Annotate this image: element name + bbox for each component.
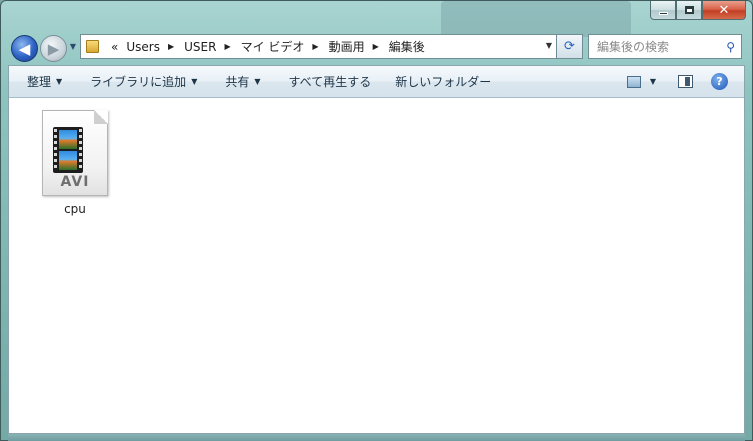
back-button[interactable]: ◀ [11, 35, 38, 62]
file-type-label: AVI [60, 174, 90, 190]
forward-arrow-icon: ▶ [47, 39, 60, 58]
maximize-button[interactable] [676, 1, 702, 20]
content-frame: 整理 ▼ ライブラリに追加 ▼ 共有 ▼ すべて再生する 新しいフォルダー ▼ [8, 65, 745, 434]
avi-video-file-icon: AVI [42, 110, 108, 196]
add-to-library-label: ライブラリに追加 [90, 75, 187, 89]
address-dropdown-icon[interactable]: ▼ [546, 41, 552, 50]
help-icon[interactable]: ? [711, 73, 728, 90]
breadcrumb-item[interactable]: マイ ビデオ ▶ [237, 38, 325, 55]
film-perforation [79, 129, 82, 171]
breadcrumb-item[interactable]: 編集後 [385, 38, 429, 55]
organize-button[interactable]: 整理 ▼ [9, 66, 72, 97]
explorer-window: ✕ ◀ ▶ ▼ « Users ▶ USER ▶ マイ ビデオ ▶ 動画用 ▶ … [0, 0, 753, 441]
film-frame [59, 130, 77, 149]
background-window-ghost [441, 1, 631, 37]
close-button[interactable]: ✕ [702, 1, 746, 20]
chevron-right-icon[interactable]: ▶ [308, 42, 324, 51]
search-icon[interactable]: ⚲ [726, 40, 735, 54]
chevron-right-icon[interactable]: ▶ [369, 42, 385, 51]
breadcrumb-label: マイ ビデオ [240, 40, 305, 54]
folder-icon [86, 40, 99, 53]
breadcrumb-item[interactable]: 動画用 ▶ [325, 38, 385, 55]
minimize-icon [658, 11, 668, 15]
breadcrumb-label: 動画用 [328, 40, 365, 54]
minimize-button[interactable] [650, 1, 676, 20]
share-label: 共有 [225, 75, 250, 89]
chevron-right-icon[interactable]: ▶ [220, 42, 236, 51]
breadcrumb-item[interactable]: USER ▶ [180, 40, 236, 54]
file-name[interactable]: cpu [64, 202, 86, 216]
film-perforation [54, 129, 57, 171]
chevron-down-icon[interactable]: ▼ [650, 77, 656, 86]
add-to-library-button[interactable]: ライブラリに追加 ▼ [72, 66, 207, 97]
address-bar[interactable]: « Users ▶ USER ▶ マイ ビデオ ▶ 動画用 ▶ 編集後 ▼ [80, 34, 557, 59]
close-icon: ✕ [718, 2, 730, 18]
breadcrumb-item[interactable]: Users ▶ [122, 40, 180, 54]
search-input[interactable] [597, 39, 727, 54]
maximize-icon [684, 6, 694, 14]
refresh-button[interactable]: ⟳ [557, 34, 583, 59]
play-all-label: すべて再生する [288, 75, 372, 89]
organize-label: 整理 [27, 75, 52, 89]
breadcrumb-label: Users [126, 39, 160, 54]
search-box[interactable]: ⚲ [588, 34, 742, 59]
share-button[interactable]: 共有 ▼ [207, 66, 270, 97]
chevron-right-icon[interactable]: ▶ [164, 42, 180, 51]
forward-button[interactable]: ▶ [40, 35, 67, 62]
filmstrip-icon [53, 127, 83, 173]
breadcrumb-overflow[interactable]: « [107, 40, 122, 54]
film-frame [59, 151, 77, 170]
breadcrumb-label: 編集後 [388, 40, 425, 54]
back-arrow-icon: ◀ [18, 39, 31, 58]
new-folder-label: 新しいフォルダー [395, 75, 492, 89]
breadcrumb-label: USER [184, 39, 217, 54]
chevron-down-icon: ▼ [56, 77, 63, 86]
change-view-icon[interactable] [626, 75, 641, 88]
window-bottom-border [8, 434, 745, 441]
file-item[interactable]: AVI cpu [32, 110, 118, 220]
preview-pane-icon[interactable] [678, 75, 693, 88]
play-all-button[interactable]: すべて再生する [271, 66, 382, 97]
caption-buttons: ✕ [650, 1, 746, 21]
command-bar: 整理 ▼ ライブラリに追加 ▼ 共有 ▼ すべて再生する 新しいフォルダー ▼ [9, 66, 744, 98]
chevron-down-icon: ▼ [191, 77, 198, 86]
refresh-icon: ⟳ [564, 39, 575, 54]
new-folder-button[interactable]: 新しいフォルダー [381, 66, 501, 97]
toolbar-right-group: ▼ ? [626, 66, 744, 97]
recent-pages-dropdown[interactable]: ▼ [68, 41, 78, 53]
chevron-down-icon: ▼ [254, 77, 261, 86]
